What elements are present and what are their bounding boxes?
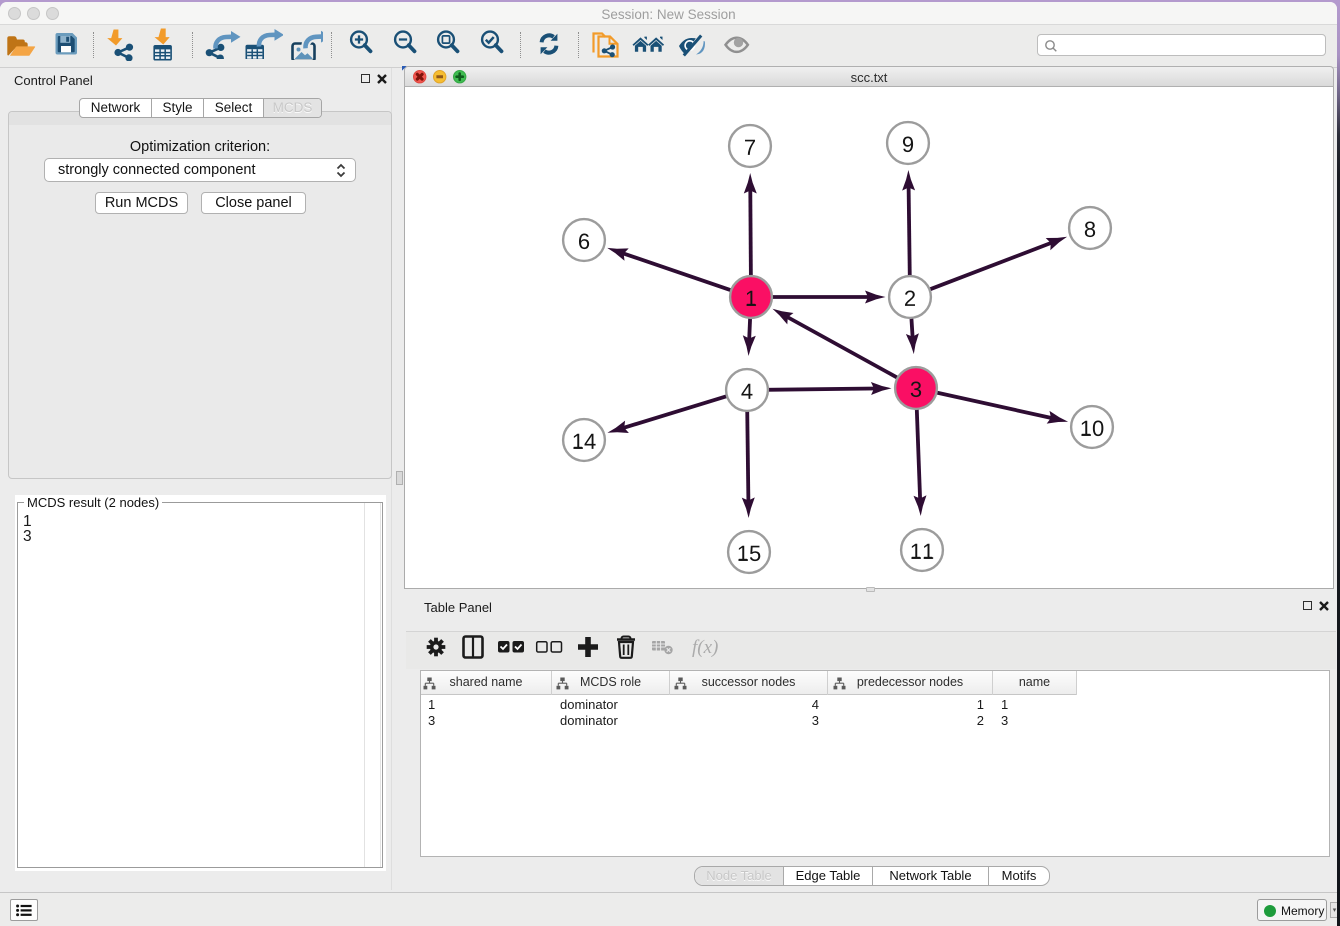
svg-text:f(x): f(x)	[692, 639, 718, 657]
